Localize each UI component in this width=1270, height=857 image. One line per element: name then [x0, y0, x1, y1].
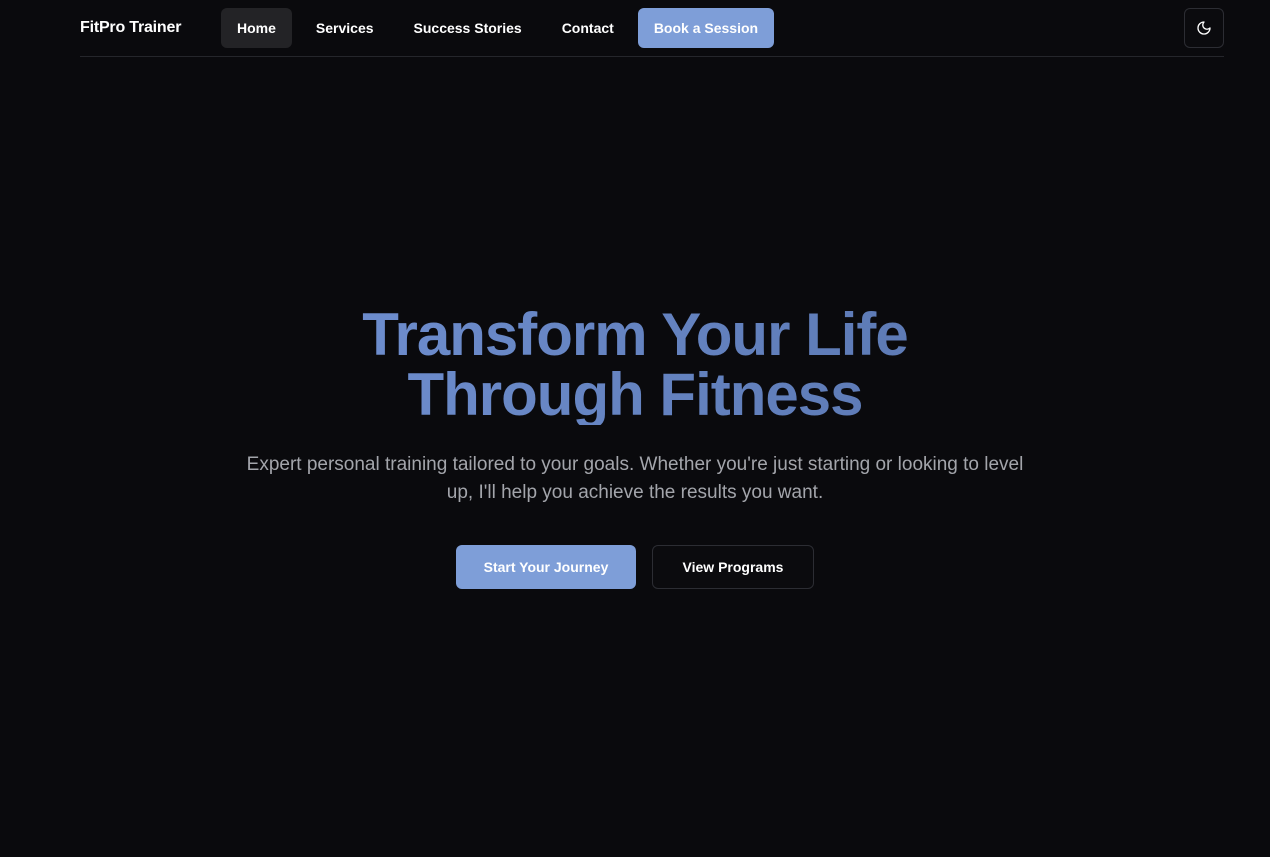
- hero-section: Transform Your Life Through Fitness Expe…: [0, 305, 1270, 589]
- nav-item-contact[interactable]: Contact: [546, 8, 630, 48]
- theme-toggle-button[interactable]: [1184, 8, 1224, 48]
- book-session-button[interactable]: Book a Session: [637, 8, 775, 48]
- page: FitPro Trainer Home Services Success Sto…: [0, 0, 1270, 857]
- nav-item-services[interactable]: Services: [300, 8, 390, 48]
- nav-item-success-stories[interactable]: Success Stories: [398, 8, 538, 48]
- moon-icon: [1197, 21, 1211, 35]
- main-nav: Home Services Success Stories Contact Bo…: [221, 8, 775, 48]
- hero-title: Transform Your Life Through Fitness: [285, 305, 985, 425]
- start-journey-button[interactable]: Start Your Journey: [456, 545, 636, 589]
- brand-logo[interactable]: FitPro Trainer: [80, 0, 181, 56]
- view-programs-button[interactable]: View Programs: [652, 545, 814, 589]
- nav-item-home[interactable]: Home: [221, 8, 292, 48]
- navbar: FitPro Trainer Home Services Success Sto…: [80, 0, 1224, 57]
- hero-actions: Start Your Journey View Programs: [0, 545, 1270, 589]
- hero-subtitle: Expert personal training tailored to you…: [246, 454, 1024, 503]
